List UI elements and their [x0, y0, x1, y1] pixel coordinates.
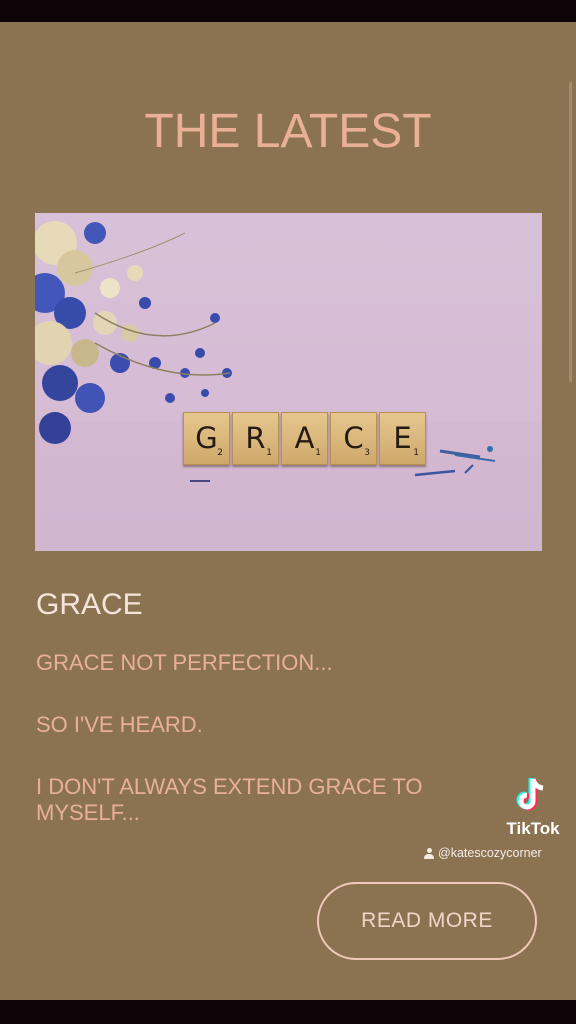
post-featured-image[interactable]: G2 R1 A1 C3 E1 [35, 213, 542, 551]
flower-illustration [35, 221, 542, 551]
post-title[interactable]: GRACE [36, 588, 143, 622]
post-excerpt-line: I DON'T ALWAYS EXTEND GRACE TO MYSELF... [36, 774, 423, 825]
letter-tile: C3 [330, 412, 377, 465]
tiktok-handle: @katescozycorner [424, 846, 542, 860]
top-letterbox [0, 0, 576, 22]
letter-tile: G2 [183, 412, 230, 465]
bottom-letterbox [0, 1000, 576, 1024]
page-heading: THE LATEST [144, 105, 432, 158]
post-excerpt-line: SO I'VE HEARD. [36, 712, 203, 737]
word-tiles: G2 R1 A1 C3 E1 [183, 412, 426, 465]
post-excerpt-line: GRACE NOT PERFECTION... [36, 650, 333, 675]
tiktok-logo-icon [516, 778, 544, 811]
user-icon [424, 847, 434, 859]
letter-tile: R1 [232, 412, 279, 465]
tiktok-handle-text: @katescozycorner [438, 846, 542, 860]
read-more-button[interactable]: READ MORE [317, 882, 537, 960]
letter-tile: A1 [281, 412, 328, 465]
tiktok-wordmark: TikTok [506, 819, 560, 838]
page: THE LATEST G 2 R 1 A 1 C 3 E 1 GRACE GRA… [0, 22, 576, 1000]
letter-tile: E1 [379, 412, 426, 465]
